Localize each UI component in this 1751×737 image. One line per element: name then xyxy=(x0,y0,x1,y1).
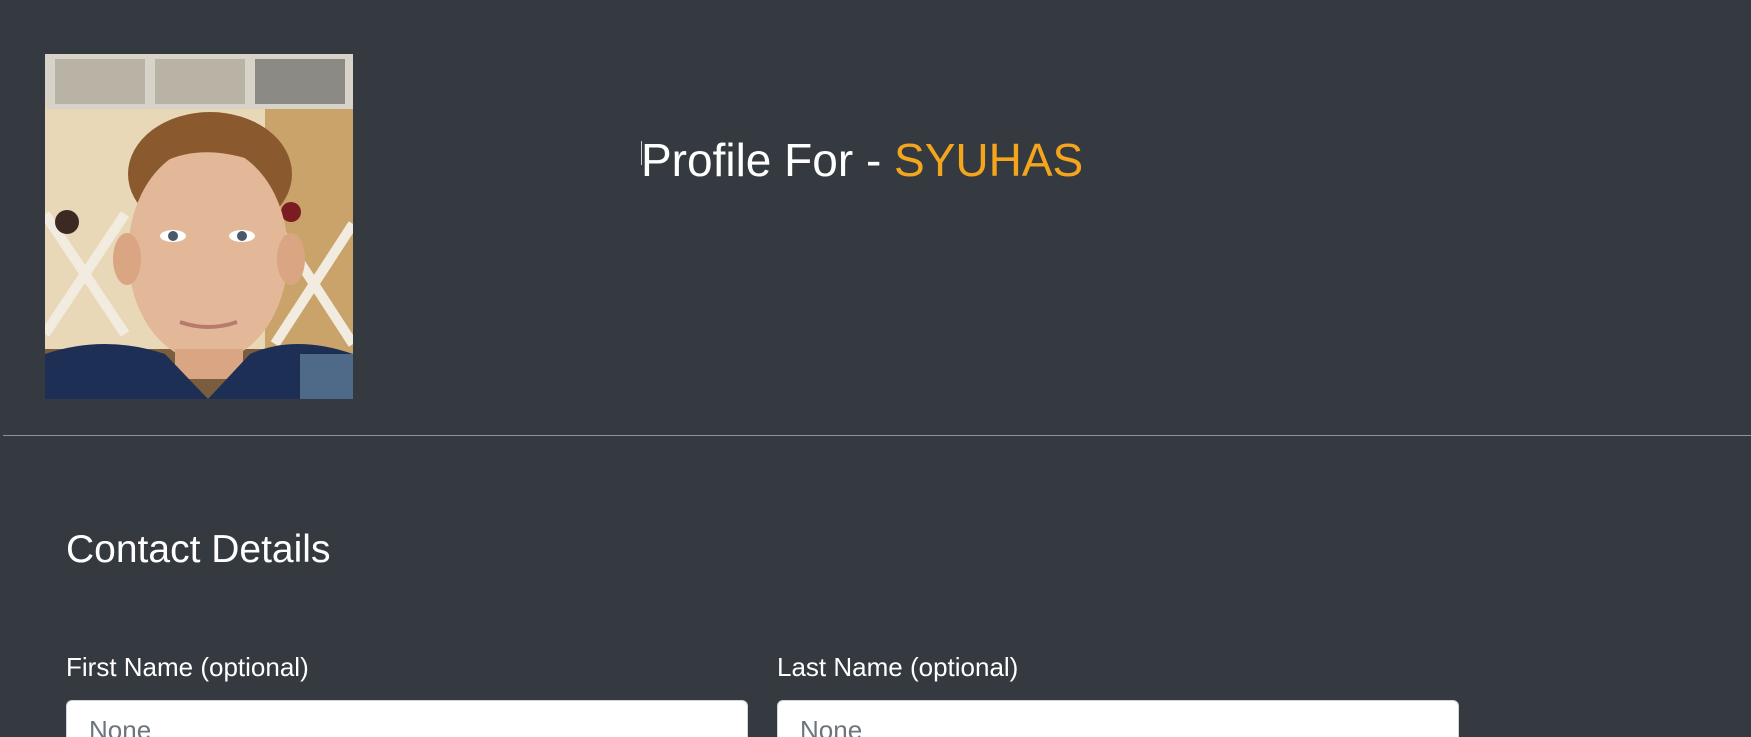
profile-page: Profile For - SYUHAS Contact Details Fir… xyxy=(0,0,1751,737)
last-name-field[interactable] xyxy=(777,700,1459,737)
avatar xyxy=(45,54,353,399)
last-name-label: Last Name (optional) xyxy=(777,652,1019,682)
profile-title-prefix: Profile For - xyxy=(641,134,895,186)
contact-details-heading: Contact Details xyxy=(66,528,331,571)
section-divider xyxy=(3,435,1751,436)
first-name-label: First Name (optional) xyxy=(66,652,309,682)
first-name-field[interactable] xyxy=(66,700,748,737)
text-cursor xyxy=(641,141,642,165)
profile-username: SYUHAS xyxy=(894,134,1084,186)
profile-title: Profile For - SYUHAS xyxy=(641,128,1083,192)
